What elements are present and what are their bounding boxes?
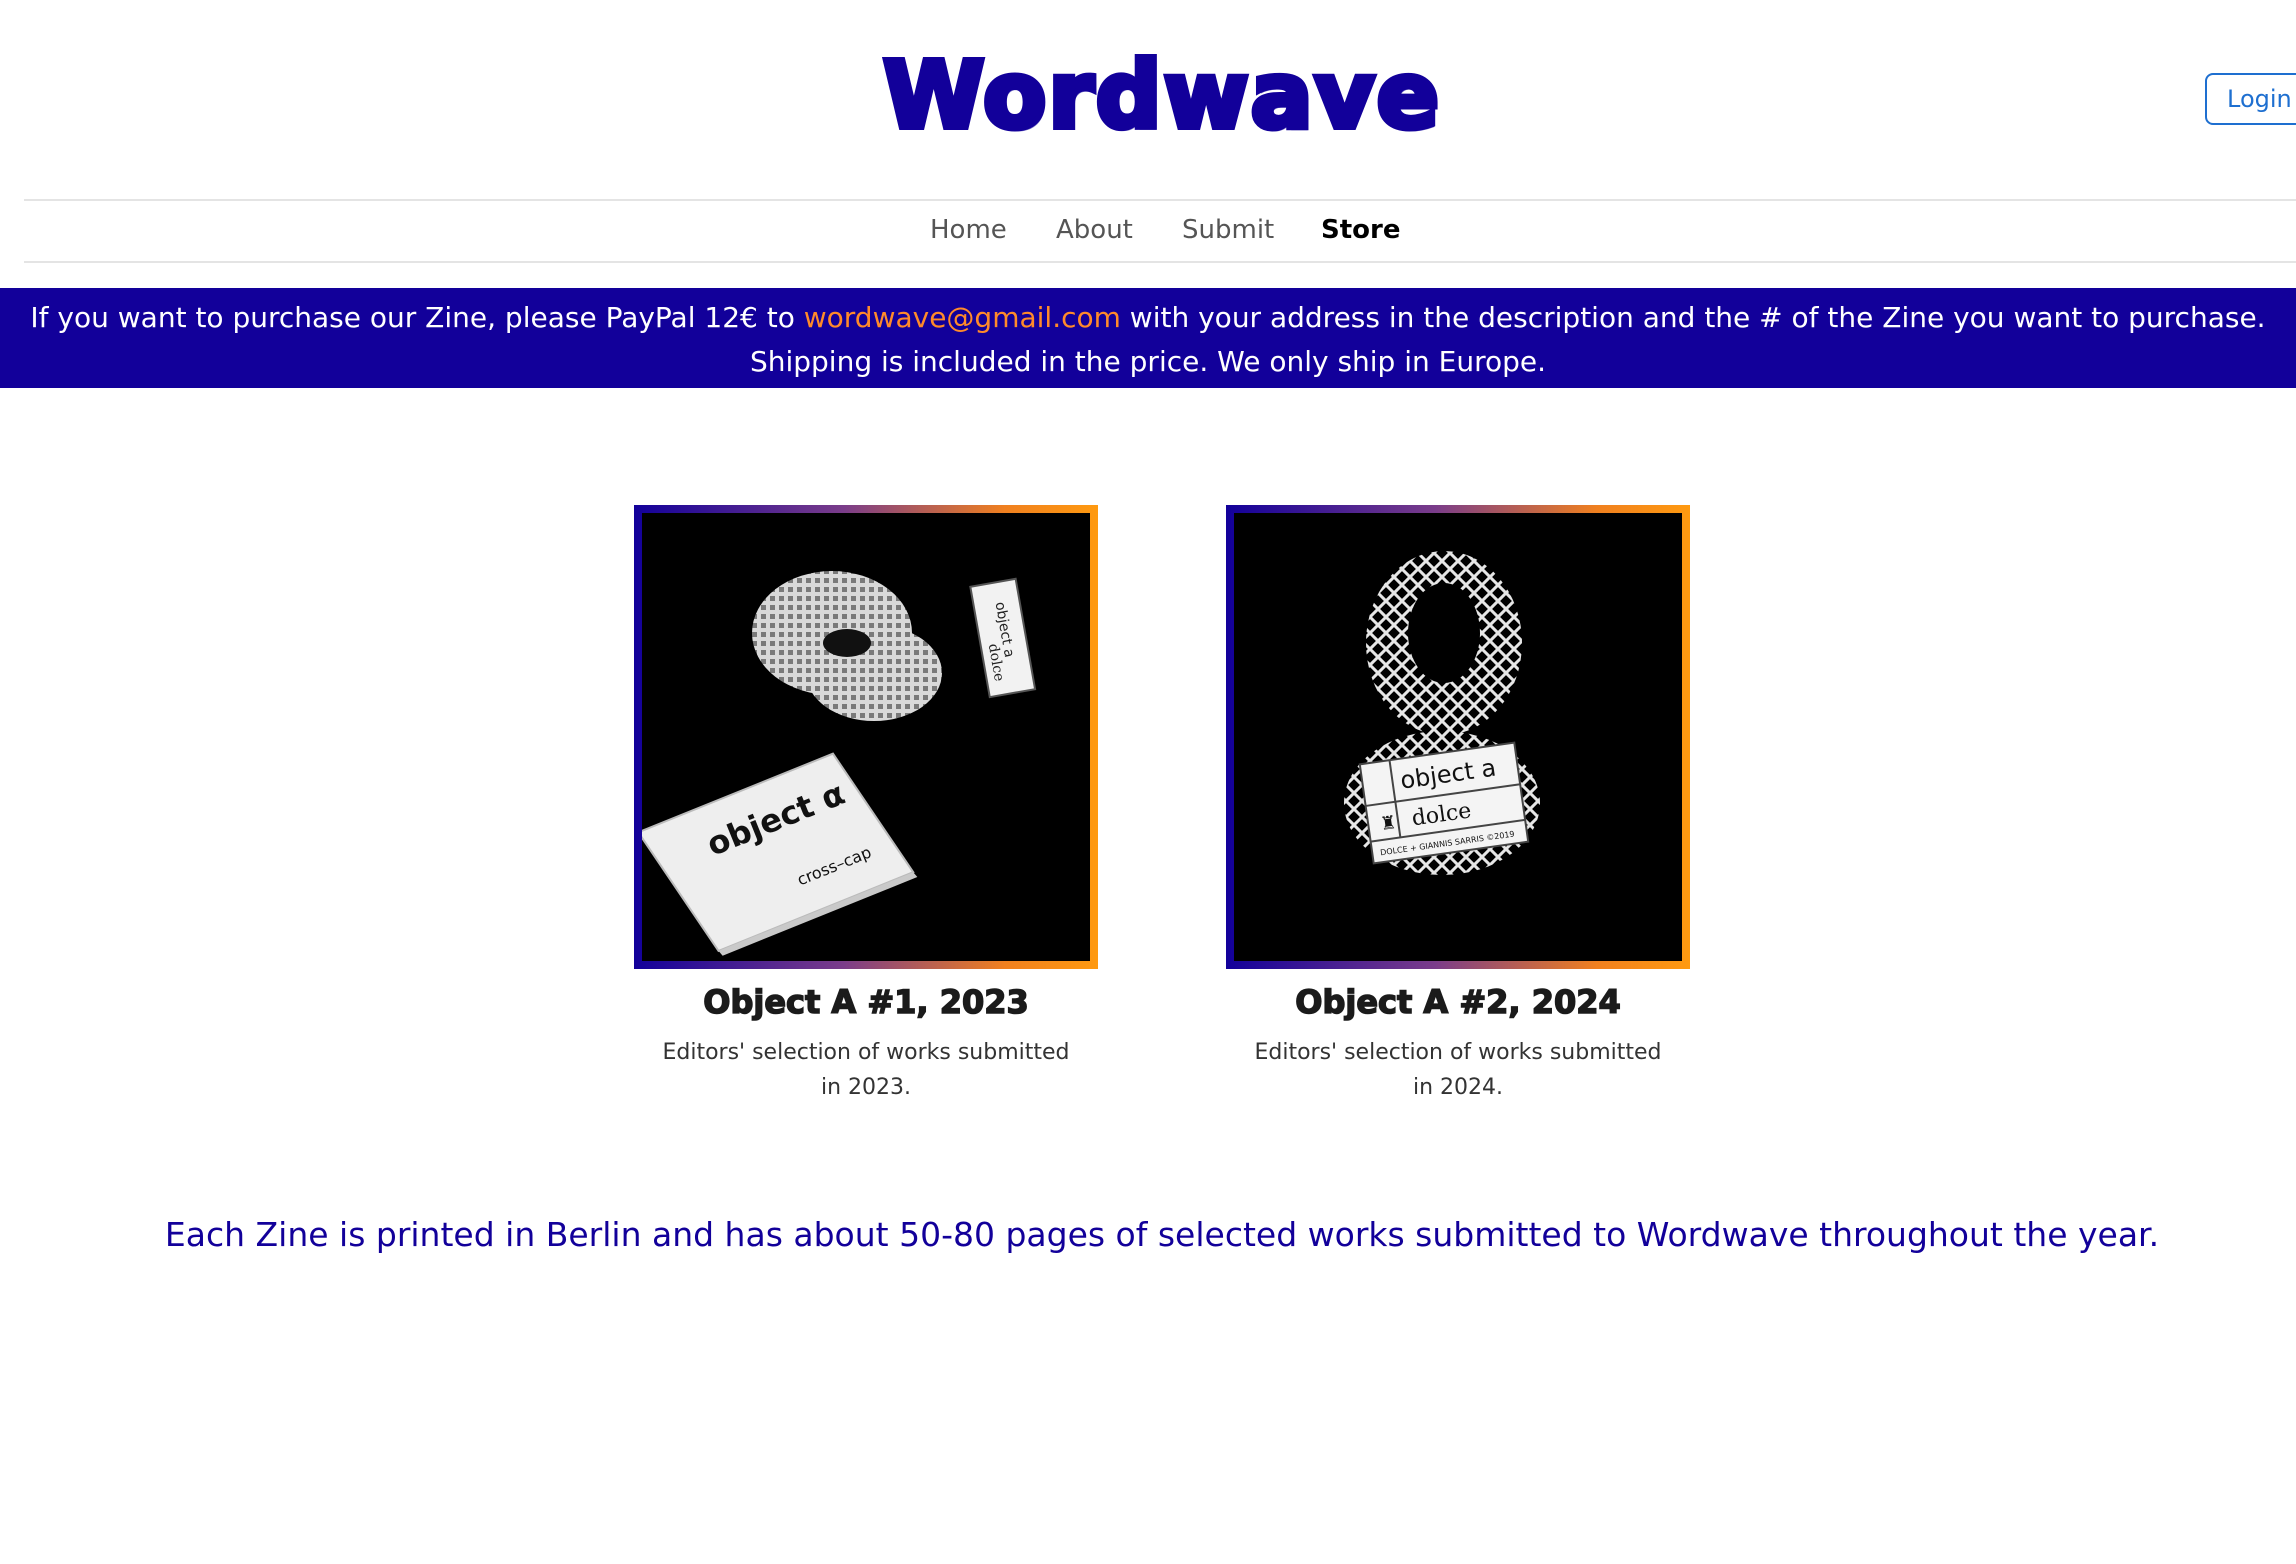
product-title[interactable]: Object A #1, 2023 <box>634 982 1098 1022</box>
product-title[interactable]: Object A #2, 2024 <box>1226 982 1690 1022</box>
product-card: object a dolce DOLCE + GIANNIS SARRIS ©2… <box>1226 505 1690 1105</box>
email-link[interactable]: wordwave@gmail.com <box>804 301 1121 334</box>
product-card: object a dolce object α cross–cap Object… <box>634 505 1098 1105</box>
product-image-klein-bottle: object a dolce DOLCE + GIANNIS SARRIS ©2… <box>1234 513 1682 961</box>
site-logo[interactable]: Wordwave <box>0 39 2296 152</box>
banner-line-2: Shipping is included in the price. We on… <box>749 345 1547 378</box>
nav-item-store[interactable]: Store <box>1321 215 1400 245</box>
nav-item-home[interactable]: Home <box>930 215 1007 245</box>
login-button[interactable]: Login <box>2205 73 2296 125</box>
label-crest-icon: ♜ <box>1379 812 1398 835</box>
site-header: Wordwave Login Home About Submit Store <box>0 0 2296 263</box>
product-image-torus-zine: object a dolce object α cross–cap <box>642 513 1090 961</box>
main-nav: Home About Submit Store <box>24 199 2296 263</box>
product-description: Editors' selection of works submitted in… <box>1254 1040 1662 1100</box>
nav-item-submit[interactable]: Submit <box>1182 215 1274 245</box>
product-image-frame[interactable]: object a dolce object α cross–cap <box>634 505 1098 969</box>
banner-text-after: with your address in the description and… <box>1120 301 2266 334</box>
zine-info-note: Each Zine is printed in Berlin and has a… <box>164 1215 2160 1254</box>
product-description: Editors' selection of works submitted in… <box>662 1040 1070 1100</box>
purchase-info-banner: If you want to purchase our Zine, please… <box>0 288 2296 388</box>
banner-line-1: If you want to purchase our Zine, please… <box>0 296 2296 340</box>
banner-text-before: If you want to purchase our Zine, please… <box>30 301 804 334</box>
product-image-frame[interactable]: object a dolce DOLCE + GIANNIS SARRIS ©2… <box>1226 505 1690 969</box>
nav-item-about[interactable]: About <box>1056 215 1133 245</box>
